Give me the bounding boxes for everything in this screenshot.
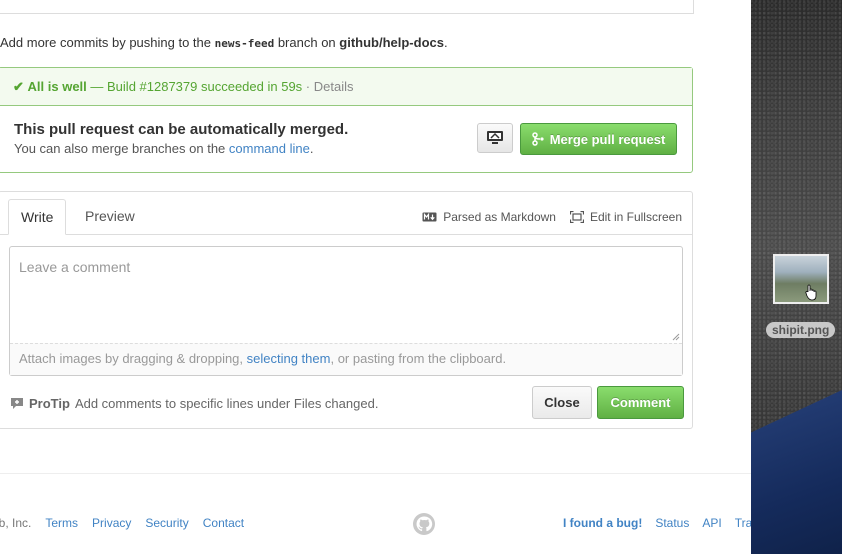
merge-title: This pull request can be automatically m… — [14, 121, 349, 138]
resize-grip-icon[interactable] — [672, 333, 680, 341]
ci-status: ✔ All is well — Build #1287379 succeeded… — [0, 68, 692, 106]
footer-link-status[interactable]: Status — [655, 516, 689, 530]
ci-dash: — — [86, 79, 108, 94]
merge-pull-request-button[interactable]: Merge pull request — [520, 123, 677, 155]
comment-form: Write Preview Parsed as Markdown Edit in… — [0, 191, 693, 429]
merge-button-label: Merge pull request — [549, 131, 666, 147]
fullscreen-label: Edit in Fullscreen — [589, 210, 682, 224]
cursor-icon — [805, 284, 817, 301]
comment-tools: Parsed as Markdown Edit in Fullscreen — [422, 210, 682, 224]
push-hint-suffix: . — [443, 35, 448, 50]
push-hint-middle: branch on — [274, 35, 340, 50]
check-icon: ✔ — [13, 79, 24, 94]
github-page: Add more commits by pushing to the news-… — [0, 0, 751, 554]
image-thumbnail — [773, 254, 829, 304]
ci-details-link[interactable]: Details — [314, 79, 354, 94]
footer-link-contact[interactable]: Contact — [203, 516, 244, 530]
tab-preview[interactable]: Preview — [73, 199, 147, 234]
command-line-link[interactable]: command line — [229, 141, 310, 156]
desktop-wallpaper-shape — [751, 390, 842, 554]
merge-instructions-button[interactable] — [477, 123, 513, 153]
attach-text-prefix: Attach images by dragging & dropping, — [19, 351, 247, 366]
close-button[interactable]: Close — [532, 386, 592, 419]
footer-link-api[interactable]: API — [702, 516, 721, 530]
footer-link-security[interactable]: Security — [145, 516, 188, 530]
desktop-file-icon[interactable] — [769, 250, 833, 310]
footer-left: ub, Inc. Terms Privacy Security Contact — [0, 516, 244, 530]
comment-tabs: Write Preview Parsed as Markdown Edit in… — [0, 192, 692, 235]
attach-text-suffix: , or pasting from the clipboard. — [330, 351, 507, 366]
protip-label: ProTip — [29, 396, 70, 411]
previous-section-edge — [0, 0, 694, 14]
select-images-link[interactable]: selecting them — [247, 351, 331, 366]
footer-right: I found a bug! Status API Trai — [563, 516, 751, 530]
push-hint-text: Add more commits by pushing to the — [0, 35, 215, 50]
desktop-background: shipit.png — [751, 0, 842, 554]
comment-add-icon — [11, 398, 23, 409]
merge-subtext-prefix: You can also merge branches on the — [14, 141, 229, 156]
attach-images-bar: Attach images by dragging & dropping, se… — [10, 343, 682, 375]
merge-message: This pull request can be automatically m… — [14, 121, 348, 156]
desktop-file-label: shipit.png — [766, 322, 836, 338]
footer-link-privacy[interactable]: Privacy — [92, 516, 131, 530]
branch-name: news-feed — [214, 37, 275, 50]
protip-text: Add comments to specific lines under Fil… — [74, 396, 379, 411]
ci-separator: · — [302, 79, 314, 94]
comment-textarea-wrapper: Attach images by dragging & dropping, se… — [9, 246, 683, 376]
merge-subtext: You can also merge branches on the comma… — [14, 141, 348, 156]
tab-write[interactable]: Write — [8, 199, 67, 235]
ci-status-label: All is well — [27, 79, 87, 94]
merge-box: ✔ All is well — Build #1287379 succeeded… — [0, 67, 693, 173]
markdown-icon — [422, 212, 437, 222]
merge-icon — [531, 132, 544, 146]
footer-link-bug[interactable]: I found a bug! — [563, 516, 642, 530]
site-footer: ub, Inc. Terms Privacy Security Contact … — [0, 473, 751, 554]
ci-build-text[interactable]: Build #1287379 succeeded in 59s — [107, 79, 302, 94]
push-hint: Add more commits by pushing to the news-… — [0, 35, 448, 50]
monitor-icon — [487, 131, 503, 144]
comment-button[interactable]: Comment — [597, 386, 684, 419]
footer-link-terms[interactable]: Terms — [45, 516, 78, 530]
fullscreen-link[interactable]: Edit in Fullscreen — [569, 210, 682, 224]
comment-textarea[interactable] — [10, 247, 682, 343]
fullscreen-icon — [569, 211, 584, 223]
markdown-help-link[interactable]: Parsed as Markdown — [422, 210, 556, 224]
repo-name: github/help-docs — [339, 35, 444, 50]
parsed-markdown-label: Parsed as Markdown — [443, 210, 556, 224]
footer-link-training[interactable]: Trai — [735, 516, 751, 530]
protip: ProTip Add comments to specific lines un… — [10, 396, 378, 411]
merge-subtext-suffix: . — [309, 141, 314, 156]
copyright: ub, Inc. — [0, 516, 32, 530]
github-logo-icon[interactable] — [412, 512, 436, 541]
